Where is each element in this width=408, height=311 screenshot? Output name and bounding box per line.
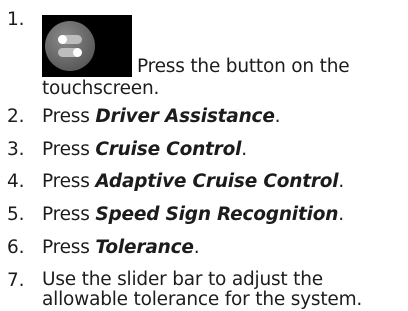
step-text: Press Driver Assistance.: [42, 106, 402, 128]
step-suffix: .: [241, 139, 247, 160]
step-suffix: .: [338, 171, 345, 192]
menu-item-speed-sign-recognition: Speed Sign Recognition: [95, 204, 339, 225]
step-7-line-1: Use the slider bar to adjust the: [42, 269, 323, 290]
step-text: Press Speed Sign Recognition.: [42, 204, 402, 226]
step-suffix: .: [193, 237, 200, 258]
step-number: 2.: [7, 106, 25, 127]
step-prefix: Press: [42, 237, 96, 258]
step-number: 3.: [7, 139, 25, 160]
step-text: Use the slider bar to adjust the allowabl…: [42, 270, 402, 310]
step-text: Press Tolerance.: [42, 237, 402, 259]
step-1: 1. Press the button on the touchscreen.: [0, 8, 408, 99]
step-prefix: Press: [42, 106, 96, 127]
step-1-text: Press the button on the: [137, 56, 350, 77]
settings-toggle-icon: [42, 15, 132, 77]
page: { "instructions": { "steps": [ { "number…: [0, 0, 408, 311]
step-suffix: .: [274, 106, 281, 127]
step-7-line-2: allowable tolerance for the system.: [42, 289, 363, 310]
step-number: 6.: [7, 237, 25, 258]
step-number: 7.: [7, 270, 25, 291]
menu-item-tolerance: Tolerance: [95, 237, 194, 258]
menu-item-driver-assistance: Driver Assistance: [95, 106, 275, 127]
step-text: Press Adaptive Cruise Control.: [42, 171, 402, 193]
step-number: 1.: [7, 9, 25, 30]
step-1-text-continued: touchscreen.: [42, 78, 160, 99]
step-prefix: Press: [42, 139, 96, 160]
step-number: 4.: [7, 171, 25, 192]
step-prefix: Press: [42, 171, 96, 192]
menu-item-adaptive-cruise-control: Adaptive Cruise Control: [95, 171, 339, 192]
step-number: 5.: [7, 204, 25, 225]
step-suffix: .: [338, 204, 344, 225]
step-prefix: Press: [42, 204, 96, 225]
step-text: Press Cruise Control.: [42, 139, 402, 161]
menu-item-cruise-control: Cruise Control: [95, 139, 242, 160]
